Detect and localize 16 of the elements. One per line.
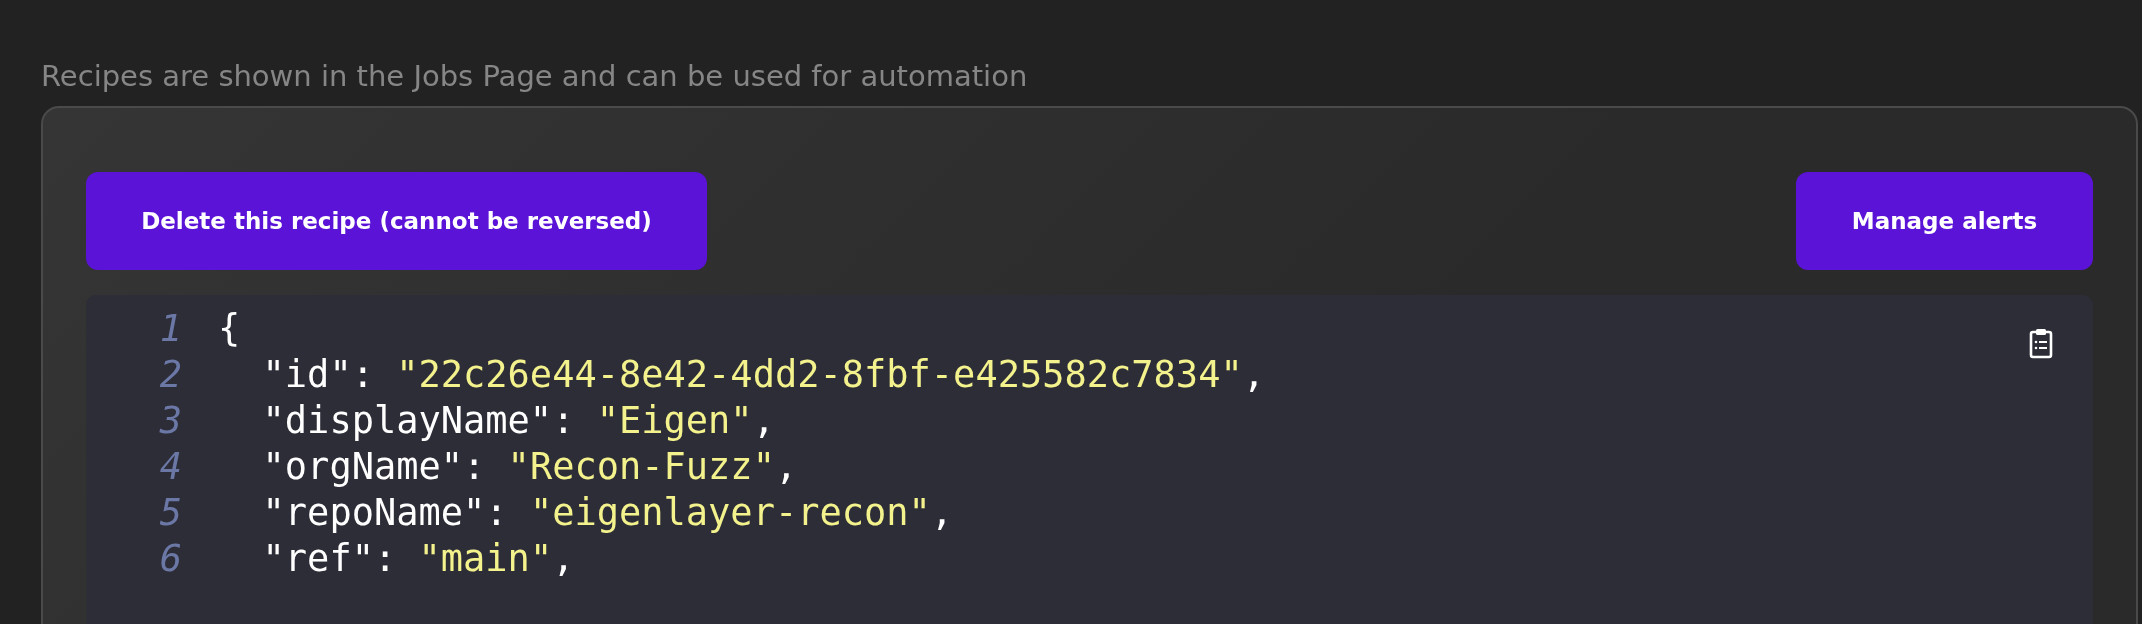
code-line: "orgName": "Recon-Fuzz",	[261, 444, 798, 488]
line-number: 2	[158, 352, 182, 396]
delete-button[interactable]: Delete this recipe (cannot be reversed)	[86, 172, 707, 270]
code-line: "repoName": "eigenlayer-recon",	[261, 490, 954, 534]
line-number: 5	[158, 490, 182, 534]
line-number: 6	[158, 536, 182, 580]
line-number: 1	[158, 306, 182, 350]
caption-text: Recipes are shown in the Jobs Page and can be used for automation	[41, 58, 1029, 95]
clipboard-icon[interactable]	[2029, 327, 2053, 359]
code-line: {	[218, 306, 241, 350]
code-line: "ref": "main",	[261, 536, 575, 580]
line-number: 4	[158, 444, 182, 488]
line-number: 3	[158, 398, 182, 442]
code-line: "displayName": "Eigen",	[261, 398, 775, 442]
manage-alerts-button[interactable]: Manage alerts	[1796, 172, 2093, 270]
code-line: "id": "22c26e44-8e42-4dd2-8fbf-e425582c7834",	[261, 352, 1265, 396]
